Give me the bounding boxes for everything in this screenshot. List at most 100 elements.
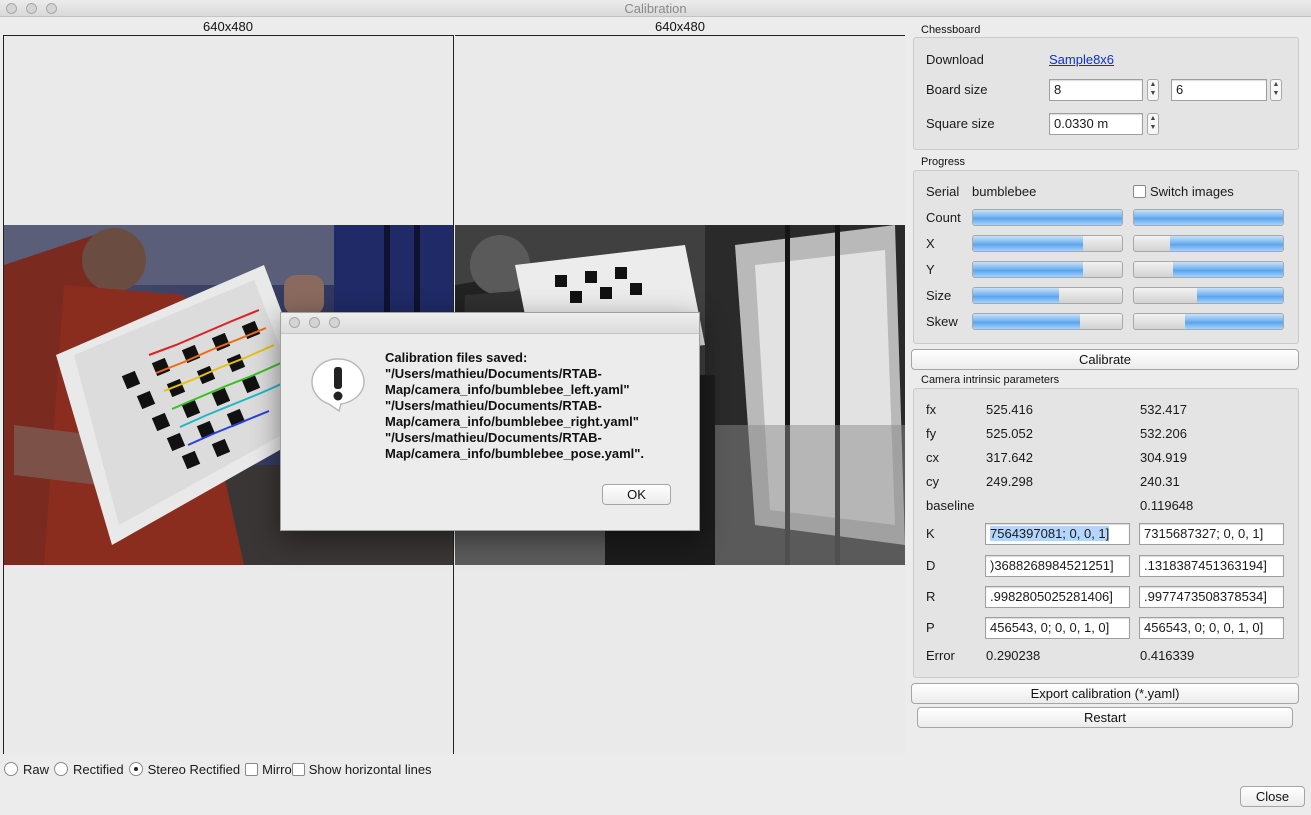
d-right-field[interactable]: .1318387451363194] [1139, 555, 1284, 577]
board-width-input[interactable]: 8 [1049, 79, 1143, 101]
board-size-label: Board size [926, 82, 988, 97]
intrinsic-fy-left: 525.052 [986, 426, 1033, 441]
baseline-label: baseline [926, 498, 975, 513]
dialog-minimize-icon [309, 317, 320, 328]
progress-fill-x-right [1169, 236, 1283, 251]
progress-bar-size-right [1133, 287, 1284, 304]
intrinsic-fy-right: 532.206 [1140, 426, 1187, 441]
intrinsics-group-title: Camera intrinsic parameters [921, 374, 1060, 386]
raw-radio[interactable] [4, 762, 18, 776]
serial-label: Serial [926, 184, 960, 199]
title-bar: Calibration [0, 0, 1311, 17]
board-height-input[interactable]: 6 [1171, 79, 1267, 101]
progress-fill-size-left [973, 288, 1060, 303]
progress-group-title: Progress [921, 156, 966, 168]
dialog-line-2: "/Users/mathieu/Documents/RTAB- [385, 366, 602, 381]
r-label: R [926, 589, 936, 604]
intrinsic-cy-label: cy [926, 474, 939, 489]
k-left-field[interactable]: 7564397081; 0, 0, 1] [985, 523, 1130, 545]
exclamation-alert-icon [311, 358, 365, 413]
restart-button[interactable]: Restart [917, 707, 1293, 728]
serial-value: bumblebee [972, 184, 1037, 199]
progress-label-size: Size [926, 288, 952, 303]
horizontal-lines-label: Show horizontal lines [308, 761, 432, 777]
square-size-input[interactable]: 0.0330 m [1049, 113, 1143, 135]
d-left-field[interactable]: )3688268984521251] [985, 555, 1130, 577]
right-image-size: 640x480 [655, 19, 705, 34]
board-height-stepper[interactable]: ▲ ▼ [1270, 79, 1282, 101]
horizontal-lines-option[interactable]: Show horizontal lines [291, 761, 432, 777]
stereo-rectified-label: Stereo Rectified [147, 761, 241, 777]
progress-fill-count-right [1134, 210, 1283, 225]
p-right-field[interactable]: 456543, 0; 0, 0, 1, 0] [1139, 617, 1284, 639]
progress-fill-y-left [973, 262, 1084, 277]
stereo-rectified-radio[interactable] [128, 762, 143, 776]
square-size-stepper[interactable]: ▲ ▼ [1147, 113, 1159, 135]
intrinsic-cx-right: 304.919 [1140, 450, 1187, 465]
dialog-line-7: Map/camera_info/bumblebee_pose.yaml". [385, 446, 645, 461]
calibration-saved-dialog: Calibration files saved: "/Users/mathieu… [280, 312, 700, 531]
switch-images-checkbox[interactable] [1133, 185, 1146, 198]
export-calibration-button[interactable]: Export calibration (*.yaml) [911, 683, 1299, 704]
dialog-line-6: "/Users/mathieu/Documents/RTAB- [385, 430, 602, 445]
rectified-option[interactable]: Rectified [54, 762, 124, 777]
horizontal-lines-checkbox[interactable] [291, 762, 305, 776]
dialog-message: Calibration files saved: "/Users/mathieu… [385, 350, 690, 462]
chessboard-group-title: Chessboard [921, 24, 981, 36]
progress-label-count: Count [926, 210, 961, 225]
download-label: Download [926, 52, 984, 67]
mirror-checkbox[interactable] [245, 762, 259, 776]
intrinsic-fx-label: fx [926, 402, 937, 417]
sample-download-link[interactable]: Sample8x6 [1049, 52, 1114, 67]
k-label: K [926, 526, 935, 541]
intrinsic-fy-label: fy [926, 426, 937, 441]
stereo-rectified-option[interactable]: Stereo Rectified [128, 761, 241, 777]
rectified-label: Rectified [73, 761, 124, 777]
dialog-close-icon[interactable] [289, 317, 300, 328]
board-width-stepper[interactable]: ▲ ▼ [1147, 79, 1159, 101]
intrinsic-cy-right: 240.31 [1140, 474, 1180, 489]
error-label: Error [926, 648, 955, 663]
progress-bar-y-left [972, 261, 1123, 278]
intrinsic-cx-left: 317.642 [986, 450, 1033, 465]
progress-bar-x-left [972, 235, 1123, 252]
d-label: D [926, 558, 936, 573]
r-right-field[interactable]: .9977473508378534] [1139, 586, 1284, 608]
k-right-field[interactable]: 7315687327; 0, 0, 1] [1139, 523, 1284, 545]
p-left-field[interactable]: 456543, 0; 0, 0, 1, 0] [985, 617, 1130, 639]
progress-label-skew: Skew [926, 314, 958, 329]
progress-bar-skew-right [1133, 313, 1284, 330]
progress-fill-y-right [1172, 262, 1283, 277]
progress-bar-count-right [1133, 209, 1284, 226]
close-button[interactable]: Close [1240, 786, 1305, 807]
switch-images-label: Switch images [1150, 184, 1234, 199]
dialog-line-1: Calibration files saved: [385, 350, 528, 365]
left-image-size: 640x480 [203, 19, 253, 34]
dialog-zoom-icon [329, 317, 340, 328]
progress-bar-count-left [972, 209, 1123, 226]
progress-bar-size-left [972, 287, 1123, 304]
rectified-radio[interactable] [54, 762, 69, 776]
dialog-line-5: Map/camera_info/bumblebee_right.yaml" [385, 414, 639, 429]
intrinsic-fx-left: 525.416 [986, 402, 1033, 417]
dialog-line-4: "/Users/mathieu/Documents/RTAB- [385, 398, 602, 413]
raw-label: Raw [23, 761, 50, 777]
baseline-value: 0.119648 [1140, 498, 1194, 513]
r-left-field[interactable]: .9982805025281406] [985, 586, 1130, 608]
calibrate-button[interactable]: Calibrate [911, 349, 1299, 370]
mirror-label: Mirro [262, 761, 292, 777]
progress-label-y: Y [926, 262, 935, 277]
dialog-line-3: Map/camera_info/bumblebee_left.yaml" [385, 382, 630, 397]
raw-option[interactable]: Raw [4, 762, 49, 777]
mirror-option[interactable]: Mirro [245, 762, 292, 777]
error-right-value: 0.416339 [1140, 648, 1195, 663]
intrinsic-cy-left: 249.298 [986, 474, 1033, 489]
dialog-ok-button[interactable]: OK [602, 484, 671, 505]
switch-images-option[interactable]: Switch images [1133, 184, 1234, 199]
intrinsic-fx-right: 532.417 [1140, 402, 1187, 417]
progress-bar-x-right [1133, 235, 1284, 252]
progress-bar-y-right [1133, 261, 1284, 278]
progress-fill-skew-left [973, 314, 1081, 329]
error-left-value: 0.290238 [986, 648, 1041, 663]
window-title: Calibration [624, 1, 687, 16]
